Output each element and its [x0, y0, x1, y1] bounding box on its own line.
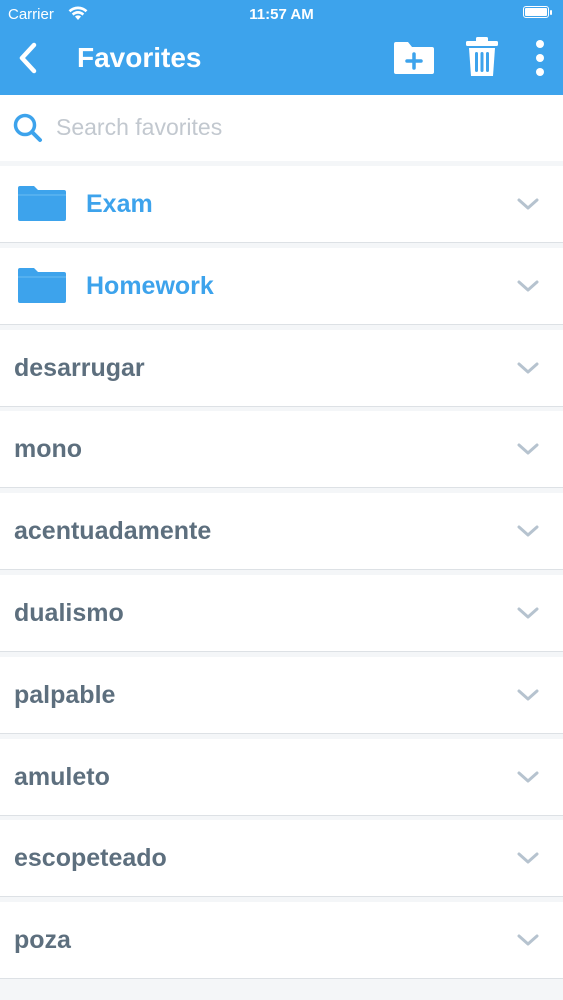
chevron-down-icon[interactable] [516, 359, 540, 377]
header: Carrier 11:57 AM Favorites [0, 0, 563, 95]
folder-plus-icon [394, 42, 434, 74]
word-row[interactable]: palpable [0, 656, 563, 733]
word-row[interactable]: amuleto [0, 738, 563, 815]
word-label: palpable [14, 680, 116, 709]
word-label: mono [14, 435, 83, 464]
word-row[interactable]: mono [0, 411, 563, 488]
chevron-down-icon[interactable] [516, 604, 540, 622]
word-row[interactable]: poza [0, 902, 563, 979]
folder-icon [18, 186, 66, 221]
chevron-down-icon[interactable] [516, 931, 540, 949]
back-button[interactable] [14, 40, 44, 76]
chevron-left-icon [19, 42, 37, 74]
word-label: dualismo [14, 598, 124, 627]
more-vertical-icon [536, 40, 544, 76]
chevron-down-icon[interactable] [516, 277, 540, 295]
chevron-down-icon[interactable] [516, 686, 540, 704]
new-folder-button[interactable] [392, 40, 436, 76]
folder-row-homework[interactable]: Homework [0, 247, 563, 324]
word-row[interactable]: acentuadamente [0, 493, 563, 570]
clock-time: 11:57 AM [249, 6, 314, 23]
folder-label: Exam [86, 190, 153, 218]
word-label: desarrugar [14, 353, 145, 382]
word-row[interactable]: escopeteado [0, 820, 563, 897]
chevron-down-icon[interactable] [516, 522, 540, 540]
more-button[interactable] [528, 38, 552, 78]
word-label: acentuadamente [14, 517, 212, 546]
favorites-list: Exam Homework desarrugar mono acentuadam… [0, 166, 563, 984]
delete-button[interactable] [464, 36, 500, 78]
folder-row-exam[interactable]: Exam [0, 166, 563, 242]
page-title: Favorites [77, 42, 202, 73]
word-row[interactable]: dualismo [0, 574, 563, 651]
chevron-down-icon[interactable] [516, 849, 540, 867]
chevron-down-icon[interactable] [516, 440, 540, 458]
trash-icon [466, 37, 498, 76]
folder-icon [18, 267, 66, 303]
word-label: poza [14, 926, 71, 955]
word-label: amuleto [14, 762, 110, 791]
search-icon [13, 113, 42, 142]
battery-icon [523, 6, 552, 18]
chevron-down-icon[interactable] [516, 195, 540, 213]
status-bar: Carrier 11:57 AM [0, 0, 563, 30]
search-input[interactable] [56, 107, 536, 147]
nav-bar: Favorites [0, 30, 563, 95]
word-row[interactable]: desarrugar [0, 329, 563, 406]
chevron-down-icon[interactable] [516, 768, 540, 786]
word-label: escopeteado [14, 844, 167, 873]
folder-label: Homework [86, 271, 214, 300]
search-bar [0, 95, 563, 161]
